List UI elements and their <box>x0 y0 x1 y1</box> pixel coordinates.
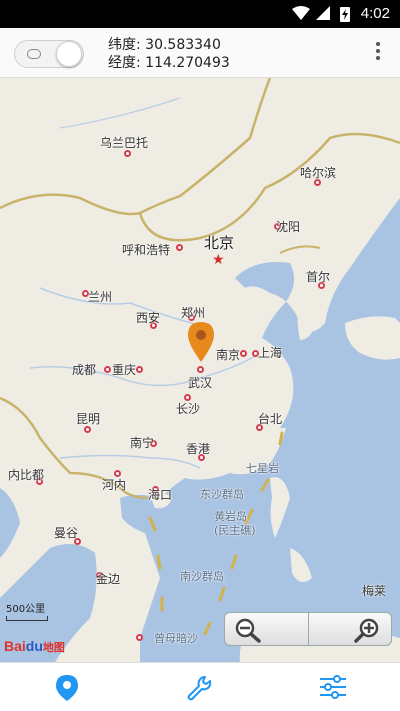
map-label: 重庆 <box>112 363 137 377</box>
map-scale: 500公里 <box>6 600 48 621</box>
toggle-knob <box>56 41 82 67</box>
map-label: 南京 <box>216 348 241 362</box>
map-label: 长沙 <box>176 402 201 416</box>
map-label: 西安 <box>136 311 161 325</box>
zoom-out-button[interactable] <box>225 613 309 645</box>
map-label: 黄岩岛 (民主礁) <box>214 510 256 537</box>
map-label: 武汉 <box>188 376 213 390</box>
map-label: 曼谷 <box>54 526 79 540</box>
map-label: 河内 <box>102 478 127 492</box>
coordinates-display: 纬度: 30.583340 经度: 114.270493 <box>108 36 230 72</box>
overflow-menu-icon[interactable] <box>374 42 382 64</box>
latitude-text: 纬度: 30.583340 <box>108 37 221 53</box>
baidu-map-logo: Baidu地图 <box>4 638 65 654</box>
map-label: 呼和浩特 <box>122 243 171 257</box>
location-pin-icon[interactable] <box>188 322 214 362</box>
signal-icon <box>316 6 330 20</box>
map-label: 内比都 <box>8 468 45 482</box>
map-label: 郑州 <box>181 306 206 320</box>
wifi-icon <box>292 6 310 20</box>
status-time: 4:02 <box>360 5 390 22</box>
map-view[interactable]: ★ 乌兰巴托 哈尔滨 沈阳 呼和浩特 北京 兰州 西安 郑州 首尔 南京 上海 … <box>0 78 400 662</box>
status-bar: 4:02 <box>0 0 400 28</box>
map-label: 上海 <box>258 346 283 360</box>
map-label: 七星岩 <box>246 462 279 475</box>
nav-location[interactable] <box>0 663 133 711</box>
scale-label: 500公里 <box>6 604 46 615</box>
battery-charging-icon <box>340 7 350 22</box>
wrench-icon <box>187 676 212 701</box>
map-label: 梅莱 <box>362 584 387 598</box>
map-label: 台北 <box>258 412 283 426</box>
bottom-navigation <box>0 662 400 711</box>
map-label: 乌兰巴托 <box>100 136 149 150</box>
map-label: 东沙群岛 <box>200 488 244 501</box>
map-label: 哈尔滨 <box>300 166 337 180</box>
zoom-out-icon <box>235 618 261 643</box>
zoom-control <box>224 612 392 646</box>
toggle-off-indicator <box>27 49 41 59</box>
map-label: 曾母暗沙 <box>154 632 198 645</box>
map-label: 首尔 <box>306 270 331 284</box>
header-bar: 纬度: 30.583340 经度: 114.270493 <box>0 28 400 78</box>
map-label: 北京 <box>204 234 235 252</box>
map-label: 南宁 <box>130 436 155 450</box>
nav-tools[interactable] <box>133 663 266 711</box>
map-label: 沈阳 <box>276 220 301 234</box>
map-label: 昆明 <box>76 412 101 426</box>
map-label: 南沙群岛 <box>180 570 224 583</box>
map-label: 成都 <box>72 363 97 377</box>
zoom-in-button[interactable] <box>309 613 392 645</box>
map-label: 金边 <box>96 572 121 586</box>
map-label: 海口 <box>148 488 173 502</box>
zoom-in-icon <box>354 618 379 643</box>
map-label: 兰州 <box>88 290 113 304</box>
map-marker-icon <box>55 675 78 701</box>
capital-star-icon: ★ <box>212 252 225 268</box>
longitude-text: 经度: 114.270493 <box>108 55 230 71</box>
location-toggle[interactable] <box>14 40 84 68</box>
nav-settings[interactable] <box>267 663 400 711</box>
sliders-icon <box>320 675 347 699</box>
map-label: 香港 <box>186 442 211 456</box>
